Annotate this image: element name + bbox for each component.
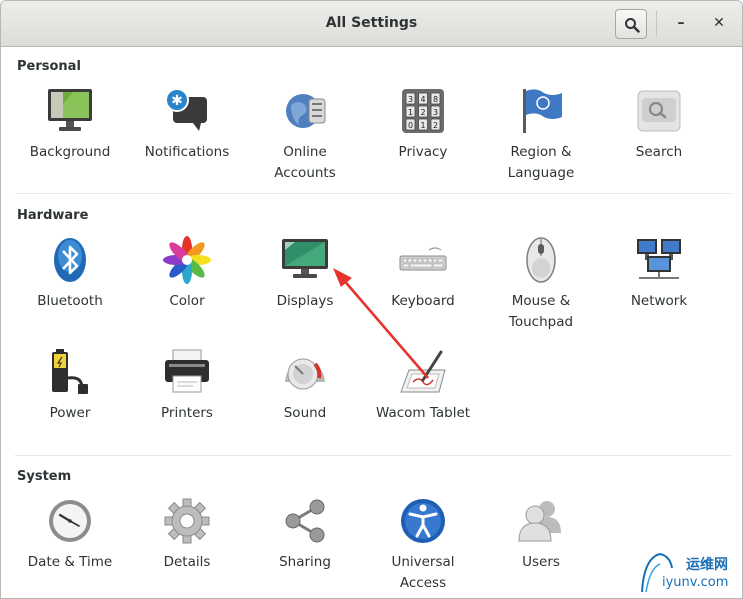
watermark-logo-icon (641, 552, 673, 593)
watermark-url: iyunv.com (662, 575, 729, 590)
watermark-text: 运维网 (686, 557, 728, 573)
watermark: 运维网 iyunv.com (636, 548, 743, 599)
annotation-arrow (333, 268, 429, 379)
